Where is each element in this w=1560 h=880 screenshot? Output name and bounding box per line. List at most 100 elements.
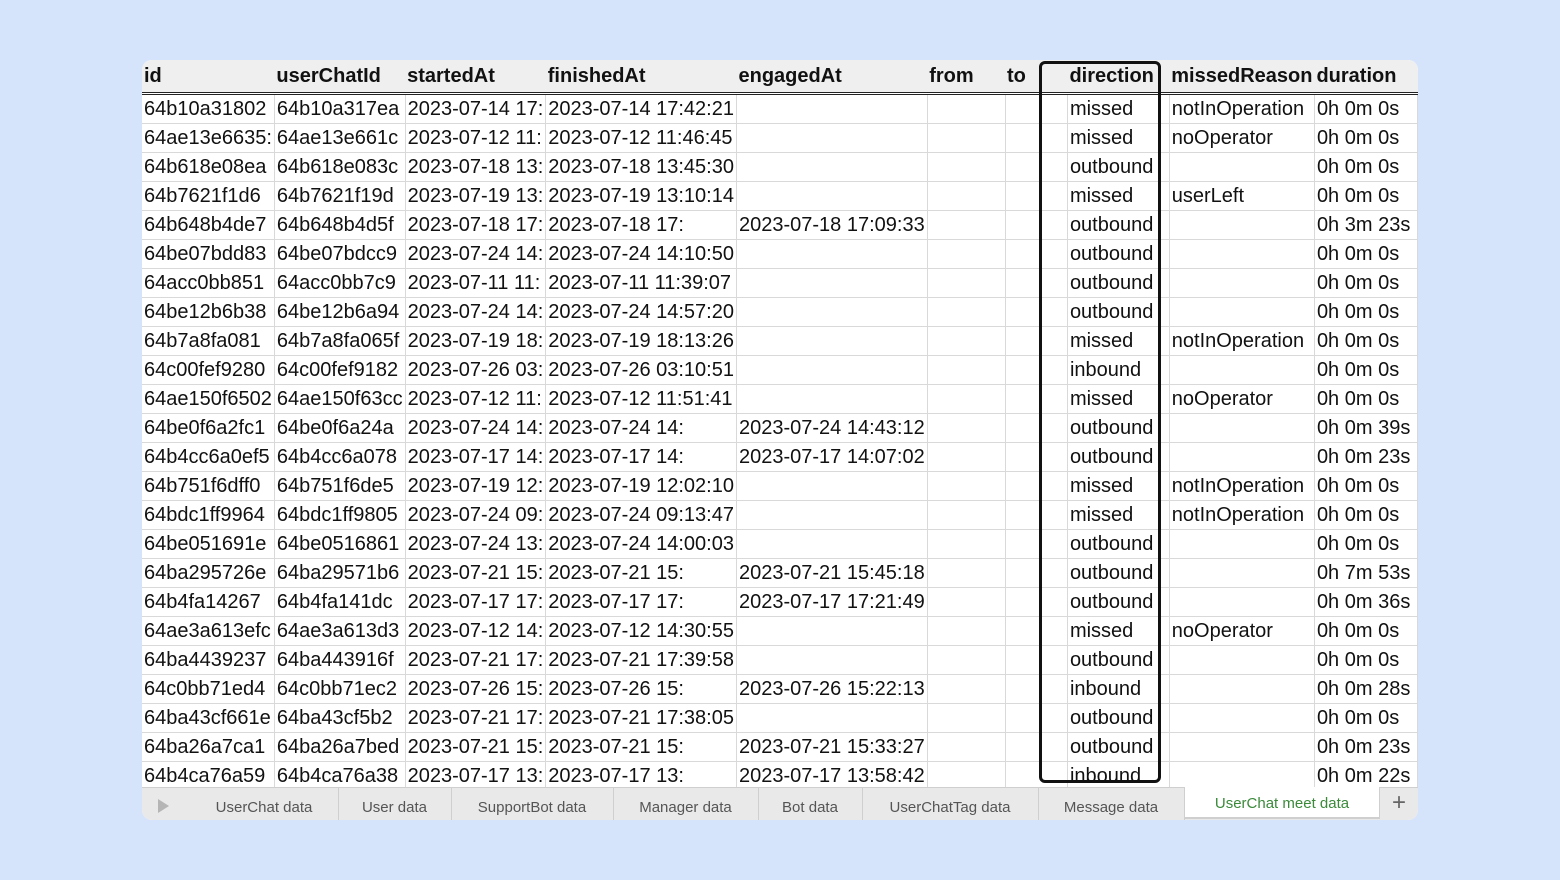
cell-id[interactable]: 64ba4439237	[142, 645, 275, 675]
cell-startedat[interactable]: 2023-07-24 14:	[405, 239, 547, 269]
cell-to[interactable]	[1005, 123, 1068, 153]
cell-id[interactable]: 64ae13e6635:	[142, 123, 275, 153]
cell-to[interactable]	[1005, 529, 1068, 559]
cell-engagedat[interactable]	[736, 93, 928, 124]
cell-engagedat[interactable]	[736, 529, 928, 559]
cell-to[interactable]	[1005, 645, 1068, 675]
cell-duration[interactable]: 0h 0m 0s	[1314, 500, 1418, 530]
cell-startedat[interactable]: 2023-07-24 09:	[405, 500, 547, 530]
cell-from[interactable]	[927, 93, 1006, 124]
cell-startedat[interactable]: 2023-07-21 17:	[405, 703, 547, 733]
cell-from[interactable]	[927, 471, 1006, 501]
cell-to[interactable]	[1005, 471, 1068, 501]
cell-id[interactable]: 64bdc1ff9964	[142, 500, 275, 530]
cell-direction[interactable]: outbound	[1067, 297, 1170, 327]
column-header-engagedat[interactable]: engagedAt	[736, 60, 928, 95]
cell-missedreason[interactable]	[1169, 297, 1315, 327]
cell-engagedat[interactable]: 2023-07-17 14:07:02	[736, 442, 928, 472]
cell-finishedat[interactable]: 2023-07-18 17:	[545, 210, 737, 240]
cell-userchatid[interactable]: 64ae150f63cc	[274, 384, 406, 414]
cell-to[interactable]	[1005, 93, 1068, 124]
cell-duration[interactable]: 0h 0m 39s	[1314, 413, 1418, 443]
play-icon[interactable]	[158, 799, 169, 813]
cell-userchatid[interactable]: 64b4fa141dc	[274, 587, 406, 617]
cell-id[interactable]: 64ae150f6502	[142, 384, 275, 414]
cell-engagedat[interactable]: 2023-07-17 13:58:42	[736, 761, 928, 787]
cell-engagedat[interactable]: 2023-07-24 14:43:12	[736, 413, 928, 443]
cell-from[interactable]	[927, 413, 1006, 443]
cell-id[interactable]: 64be051691e	[142, 529, 275, 559]
cell-direction[interactable]: outbound	[1067, 239, 1170, 269]
cell-duration[interactable]: 0h 0m 23s	[1314, 732, 1418, 762]
cell-direction[interactable]: missed	[1067, 384, 1170, 414]
cell-duration[interactable]: 0h 0m 0s	[1314, 326, 1418, 356]
tab-bot-data[interactable]: Bot data	[758, 788, 863, 820]
cell-to[interactable]	[1005, 239, 1068, 269]
cell-id[interactable]: 64ba43cf661e	[142, 703, 275, 733]
cell-direction[interactable]: outbound	[1067, 732, 1170, 762]
cell-finishedat[interactable]: 2023-07-21 15:	[545, 732, 737, 762]
cell-startedat[interactable]: 2023-07-24 14:	[405, 297, 547, 327]
cell-to[interactable]	[1005, 413, 1068, 443]
cell-id[interactable]: 64b648b4de7	[142, 210, 275, 240]
cell-direction[interactable]: outbound	[1067, 442, 1170, 472]
cell-startedat[interactable]: 2023-07-19 13:	[405, 181, 547, 211]
cell-id[interactable]: 64b751f6dff0	[142, 471, 275, 501]
cell-duration[interactable]: 0h 0m 0s	[1314, 123, 1418, 153]
cell-startedat[interactable]: 2023-07-19 18:	[405, 326, 547, 356]
cell-from[interactable]	[927, 384, 1006, 414]
cell-missedreason[interactable]	[1169, 355, 1315, 385]
cell-id[interactable]: 64be0f6a2fc1	[142, 413, 275, 443]
cell-startedat[interactable]: 2023-07-18 13:	[405, 152, 547, 182]
cell-engagedat[interactable]	[736, 297, 928, 327]
cell-startedat[interactable]: 2023-07-18 17:	[405, 210, 547, 240]
cell-finishedat[interactable]: 2023-07-12 11:46:45	[545, 123, 737, 153]
column-header-from[interactable]: from	[927, 60, 1005, 95]
cell-id[interactable]: 64be07bdd83	[142, 239, 275, 269]
cell-from[interactable]	[927, 152, 1006, 182]
cell-duration[interactable]: 0h 0m 28s	[1314, 674, 1418, 704]
cell-direction[interactable]: missed	[1067, 181, 1170, 211]
cell-userchatid[interactable]: 64acc0bb7c9	[274, 268, 406, 298]
cell-from[interactable]	[927, 703, 1006, 733]
cell-engagedat[interactable]	[736, 326, 928, 356]
cell-engagedat[interactable]	[736, 181, 928, 211]
cell-id[interactable]: 64b7a8fa081	[142, 326, 275, 356]
cell-missedreason[interactable]	[1169, 268, 1315, 298]
cell-userchatid[interactable]: 64be0516861	[274, 529, 406, 559]
cell-finishedat[interactable]: 2023-07-19 12:02:10	[545, 471, 737, 501]
cell-userchatid[interactable]: 64b7a8fa065f	[274, 326, 406, 356]
cell-duration[interactable]: 0h 0m 0s	[1314, 152, 1418, 182]
cell-direction[interactable]: outbound	[1067, 152, 1170, 182]
cell-finishedat[interactable]: 2023-07-24 14:10:50	[545, 239, 737, 269]
cell-startedat[interactable]: 2023-07-12 14:	[405, 616, 547, 646]
cell-startedat[interactable]: 2023-07-24 14:	[405, 413, 547, 443]
cell-from[interactable]	[927, 761, 1006, 787]
cell-to[interactable]	[1005, 558, 1068, 588]
cell-id[interactable]: 64b4cc6a0ef5	[142, 442, 275, 472]
cell-userchatid[interactable]: 64b648b4d5f	[274, 210, 406, 240]
cell-startedat[interactable]: 2023-07-26 03:	[405, 355, 547, 385]
cell-finishedat[interactable]: 2023-07-17 14:	[545, 442, 737, 472]
cell-userchatid[interactable]: 64b618e083c	[274, 152, 406, 182]
cell-userchatid[interactable]: 64ba26a7bed	[274, 732, 406, 762]
column-header-to[interactable]: to	[1005, 60, 1068, 95]
cell-startedat[interactable]: 2023-07-11 11:	[405, 268, 547, 298]
cell-missedreason[interactable]: noOperator	[1169, 123, 1315, 153]
cell-duration[interactable]: 0h 0m 0s	[1314, 239, 1418, 269]
tab-userchat-data[interactable]: UserChat data	[190, 788, 339, 820]
cell-userchatid[interactable]: 64bdc1ff9805	[274, 500, 406, 530]
cell-duration[interactable]: 0h 0m 0s	[1314, 93, 1418, 124]
cell-missedreason[interactable]	[1169, 152, 1315, 182]
column-header-id[interactable]: id	[142, 60, 275, 95]
cell-engagedat[interactable]	[736, 384, 928, 414]
cell-from[interactable]	[927, 732, 1006, 762]
tab-manager-data[interactable]: Manager data	[613, 788, 759, 820]
cell-engagedat[interactable]: 2023-07-21 15:45:18	[736, 558, 928, 588]
cell-finishedat[interactable]: 2023-07-18 13:45:30	[545, 152, 737, 182]
cell-duration[interactable]: 0h 7m 53s	[1314, 558, 1418, 588]
cell-to[interactable]	[1005, 703, 1068, 733]
cell-engagedat[interactable]: 2023-07-17 17:21:49	[736, 587, 928, 617]
cell-to[interactable]	[1005, 442, 1068, 472]
column-header-startedat[interactable]: startedAt	[405, 60, 546, 95]
